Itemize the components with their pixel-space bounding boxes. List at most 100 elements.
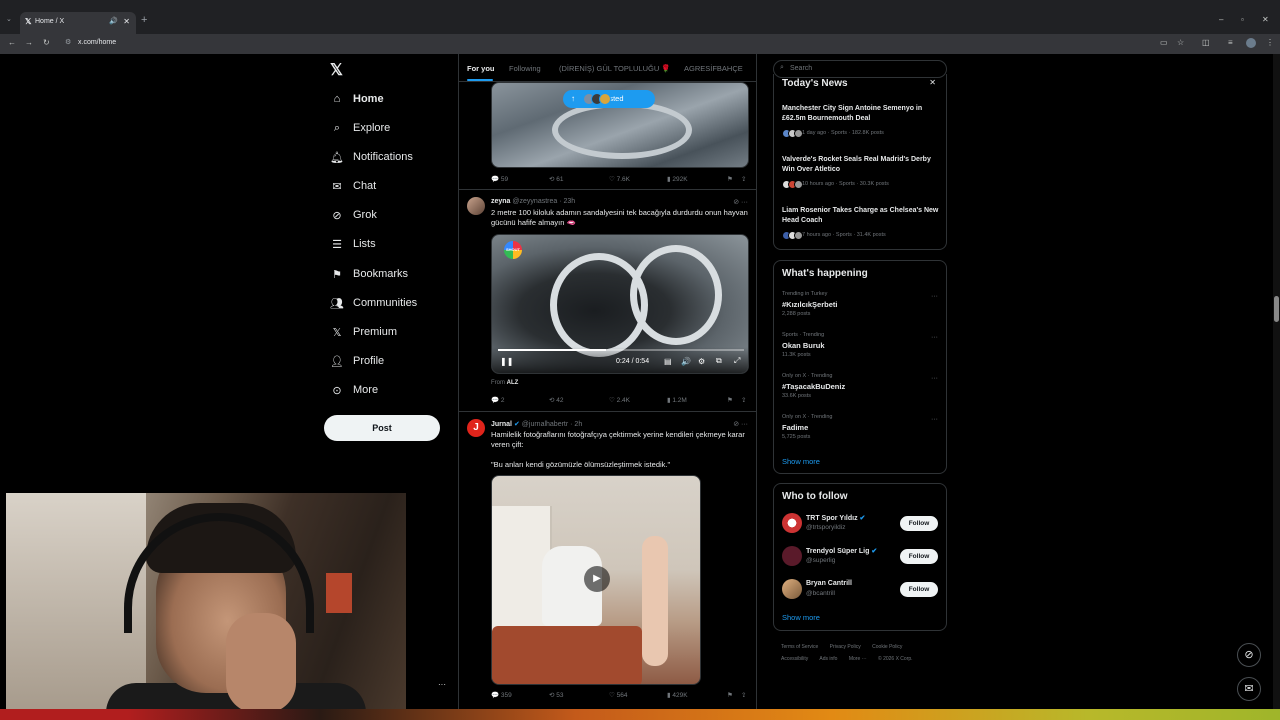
bookmark-icon[interactable]: ⚑ — [727, 691, 733, 699]
trend-name[interactable]: Fadime — [782, 423, 808, 432]
show-more-link[interactable]: Show more — [782, 613, 820, 622]
views-button[interactable]: ▮ 1.2M — [667, 396, 687, 404]
footer-link[interactable]: Accessibility — [781, 656, 808, 662]
author-handle[interactable]: @zeyynastrea · 23h — [512, 198, 575, 205]
pip-icon[interactable]: ⧉ — [716, 356, 722, 366]
browser-profile-avatar[interactable] — [1246, 38, 1256, 48]
nav-item-bookmarks[interactable]: ⚑ Bookmarks — [330, 263, 408, 285]
like-button[interactable]: ♡ 564 — [609, 691, 628, 699]
reply-button[interactable]: 💬 59 — [491, 175, 508, 183]
new-posts-pill[interactable]: ↑ posted — [563, 90, 655, 108]
author-name[interactable]: zeyna — [491, 198, 510, 205]
nav-item-communities[interactable]: 👥︎ Communities — [330, 292, 417, 314]
news-headline[interactable]: Liam Rosenior Takes Charge as Chelsea's … — [782, 206, 942, 226]
footer-link[interactable]: © 2026 X Corp. — [878, 656, 913, 662]
footer-link[interactable]: Terms of Service — [781, 644, 818, 650]
nav-item-lists[interactable]: ☰ Lists — [330, 233, 376, 255]
trend-name[interactable]: #TaşacakBuDeniz — [782, 382, 845, 391]
extensions-icon[interactable]: ◫ — [1202, 38, 1210, 47]
nav-item-more[interactable]: ⊙ More — [330, 379, 378, 401]
repost-button[interactable]: ⟲ 61 — [549, 175, 564, 183]
tweet-video[interactable]: ▶ — [491, 475, 701, 685]
url-field[interactable]: x.com/home — [78, 39, 116, 46]
tweet-more-icon[interactable]: ⊘ ··· — [733, 420, 748, 428]
tab-for-you[interactable]: For you — [467, 64, 495, 73]
new-tab-button[interactable]: + — [141, 14, 147, 26]
account-more-icon[interactable]: ··· — [438, 680, 446, 689]
news-headline[interactable]: Manchester City Sign Antoine Semenyo in … — [782, 104, 942, 124]
suggested-name[interactable]: Trendyol Süper Lig ✔ — [806, 547, 877, 555]
share-icon[interactable]: ⇪ — [741, 175, 746, 183]
x-logo-icon[interactable]: 𝕏 — [330, 60, 343, 80]
tab-agresifbahce[interactable]: AGRESİFBAHÇE — [684, 64, 743, 73]
nav-item-grok[interactable]: ⊘ Grok — [330, 204, 376, 226]
pause-icon[interactable]: ❚❚ — [500, 357, 513, 366]
avatar[interactable] — [782, 513, 802, 533]
forward-icon[interactable]: → — [25, 38, 33, 47]
tab-community-gul[interactable]: (DİRENİŞ) GÜL TOPLULUĞU 🌹 — [559, 64, 671, 73]
maximize-icon[interactable]: ▫ — [1241, 15, 1244, 24]
play-icon[interactable]: ▶ — [584, 566, 610, 592]
views-button[interactable]: ▮ 292K — [667, 175, 688, 183]
media-icon[interactable]: ≡ — [1228, 38, 1233, 47]
like-button[interactable]: ♡ 2.4K — [609, 396, 630, 404]
minimize-icon[interactable]: – — [1219, 15, 1223, 24]
trend-more-icon[interactable]: ··· — [931, 416, 938, 423]
nav-item-notifications[interactable]: 🔔︎ Notifications — [330, 146, 413, 168]
avatar[interactable] — [467, 197, 485, 215]
reply-button[interactable]: 💬 2 — [491, 396, 505, 404]
show-more-link[interactable]: Show more — [782, 457, 820, 466]
reply-button[interactable]: 💬 359 — [491, 691, 512, 699]
tweet-more-icon[interactable]: ⊘ ··· — [733, 198, 748, 206]
author-name[interactable]: Jurnal — [491, 421, 512, 428]
post-button[interactable]: Post — [324, 415, 440, 441]
messages-float-icon[interactable]: ✉ — [1237, 677, 1261, 701]
tweet-video[interactable]: SHOUT ❚❚ 0:24 / 0:54 ▤ 🔊 ⚙ ⧉ ⤢ — [491, 234, 749, 374]
close-icon[interactable]: ✕ — [929, 78, 936, 87]
browser-tab[interactable]: 𝕏 Home / X 🔊 ✕ — [20, 12, 136, 34]
suggested-name[interactable]: TRT Spor Yıldız ✔ — [806, 514, 865, 522]
footer-link[interactable]: Ads info — [819, 656, 837, 662]
author-handle[interactable]: @jurnalhabertr · 2h — [522, 421, 582, 428]
share-icon[interactable]: ⇪ — [741, 396, 746, 404]
footer-link[interactable]: More ··· — [849, 656, 867, 662]
close-tab-icon[interactable]: ✕ — [123, 17, 130, 26]
bookmark-icon[interactable]: ⚑ — [727, 396, 733, 404]
scrollbar-thumb[interactable] — [1274, 296, 1279, 322]
nav-item-chat[interactable]: ✉ Chat — [330, 175, 376, 197]
follow-button[interactable]: Follow — [900, 516, 938, 531]
repost-button[interactable]: ⟲ 53 — [549, 691, 564, 699]
nav-item-profile[interactable]: 👤︎ Profile — [330, 350, 384, 372]
trend-name[interactable]: Okan Buruk — [782, 341, 825, 350]
share-icon[interactable]: ⇪ — [741, 691, 746, 699]
nav-item-premium[interactable]: 𝕏 Premium — [330, 321, 397, 343]
captions-icon[interactable]: ▤ — [664, 357, 672, 366]
tab-search-button[interactable]: ⌄ — [6, 15, 12, 23]
trend-name[interactable]: #KızılcıkŞerbeti — [782, 300, 837, 309]
news-headline[interactable]: Valverde's Rocket Seals Real Madrid's De… — [782, 155, 942, 175]
tab-following[interactable]: Following — [509, 64, 541, 73]
install-icon[interactable]: ▭ — [1160, 38, 1168, 47]
star-icon[interactable]: ☆ — [1177, 38, 1184, 47]
back-icon[interactable]: ← — [8, 38, 16, 47]
nav-item-explore[interactable]: ⌕ Explore — [330, 117, 390, 139]
reload-icon[interactable]: ↻ — [43, 38, 50, 47]
follow-button[interactable]: Follow — [900, 549, 938, 564]
avatar[interactable]: J — [467, 419, 485, 437]
repost-button[interactable]: ⟲ 42 — [549, 396, 564, 404]
views-button[interactable]: ▮ 429K — [667, 691, 688, 699]
speaker-icon[interactable]: 🔊 — [109, 17, 118, 25]
scrollbar[interactable] — [1273, 54, 1280, 720]
settings-icon[interactable]: ⚙ — [698, 357, 705, 366]
volume-icon[interactable]: 🔊 — [681, 357, 691, 366]
bookmark-icon[interactable]: ⚑ — [727, 175, 733, 183]
nav-item-home[interactable]: ⌂ Home — [330, 88, 384, 110]
video-progress[interactable] — [498, 349, 744, 351]
avatar[interactable] — [782, 579, 802, 599]
trend-more-icon[interactable]: ··· — [931, 293, 938, 300]
close-window-icon[interactable]: ✕ — [1262, 15, 1269, 24]
avatar[interactable] — [782, 546, 802, 566]
grok-float-icon[interactable]: ⊘ — [1237, 643, 1261, 667]
trend-more-icon[interactable]: ··· — [931, 375, 938, 382]
like-button[interactable]: ♡ 7.6K — [609, 175, 630, 183]
